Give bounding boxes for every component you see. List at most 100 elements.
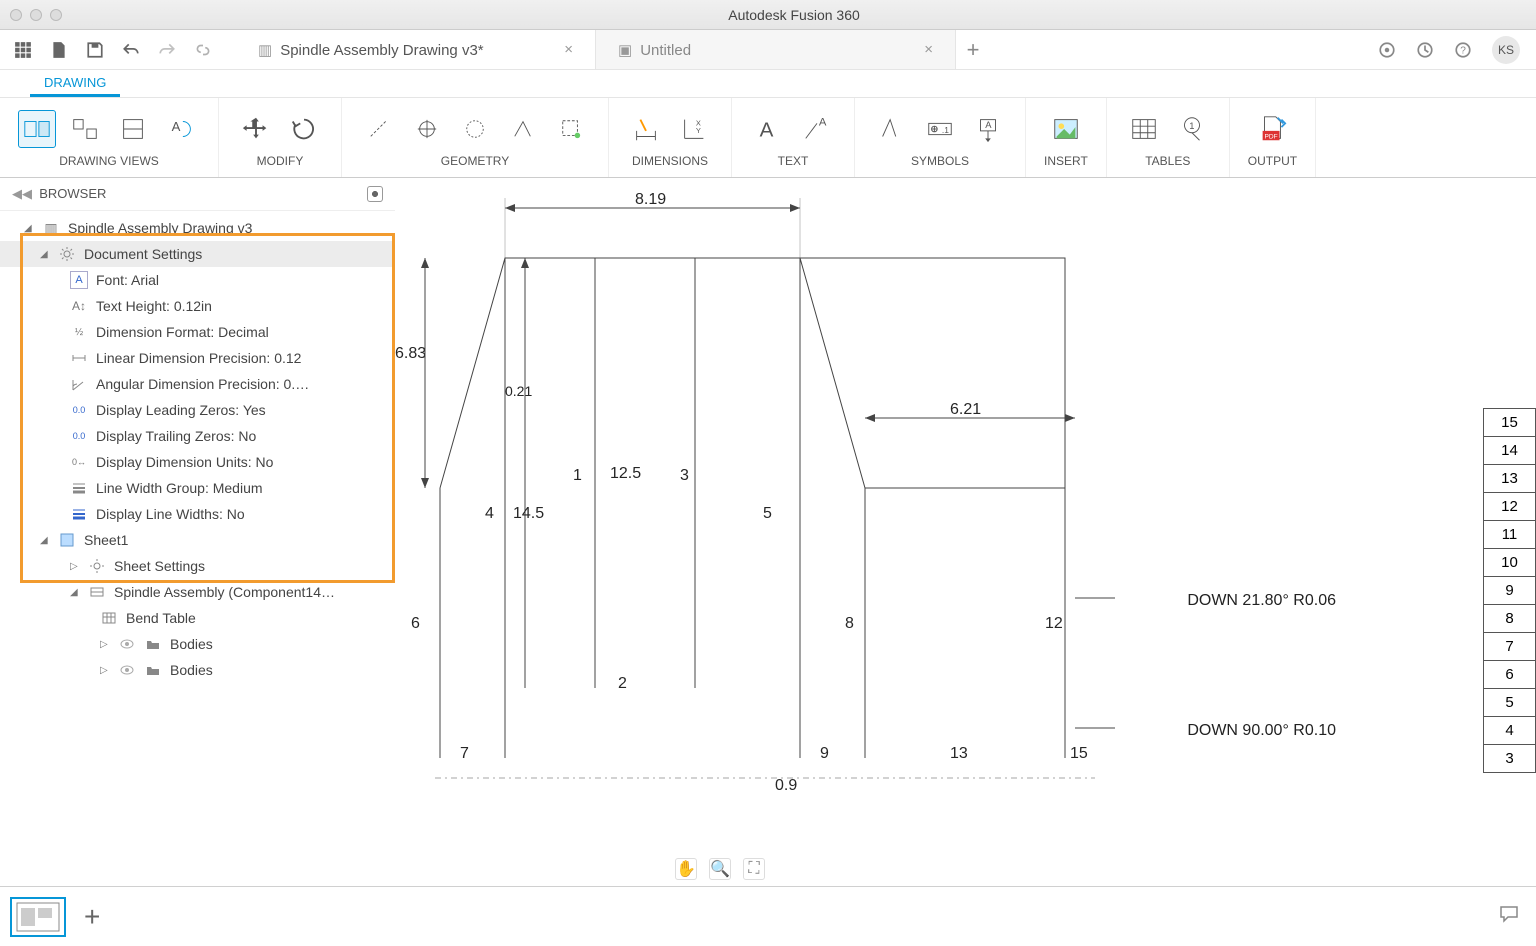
close-window[interactable] bbox=[10, 9, 22, 21]
setting-leading-zeros[interactable]: 0.0Display Leading Zeros: Yes bbox=[0, 397, 395, 423]
image-icon[interactable] bbox=[1047, 110, 1085, 148]
svg-text:6: 6 bbox=[411, 615, 420, 632]
sheet-thumbnail[interactable] bbox=[10, 897, 66, 937]
collapse-browser-icon[interactable]: ◀◀ bbox=[12, 186, 32, 201]
tree-bodies-2[interactable]: ▷Bodies bbox=[0, 657, 395, 683]
tree-doc-settings[interactable]: ◢Document Settings bbox=[0, 241, 395, 267]
grid-icon[interactable] bbox=[14, 41, 32, 59]
component-icon bbox=[88, 583, 106, 601]
undo-icon[interactable] bbox=[122, 41, 140, 59]
section-view-icon[interactable] bbox=[114, 110, 152, 148]
angle-icon bbox=[70, 375, 88, 393]
text-height-icon: A↕ bbox=[70, 297, 88, 315]
browser-title: BROWSER bbox=[39, 186, 106, 201]
setting-display-line-widths[interactable]: Display Line Widths: No bbox=[0, 501, 395, 527]
balloon-icon[interactable]: 1 bbox=[1173, 110, 1211, 148]
drawing-canvas[interactable]: 8.19 6.83 0.21 12.5 14.5 1 3 4 5 2 6 bbox=[395, 178, 1536, 886]
pdf-icon[interactable]: PDF bbox=[1253, 110, 1291, 148]
gear-icon bbox=[58, 245, 76, 263]
edge-extension-icon[interactable] bbox=[504, 110, 542, 148]
pan-icon[interactable]: ✋ bbox=[675, 858, 697, 880]
leader-icon[interactable]: A bbox=[798, 110, 836, 148]
window-controls[interactable] bbox=[10, 9, 62, 21]
tree-sheet-settings[interactable]: ▷Sheet Settings bbox=[0, 553, 395, 579]
add-tab-button[interactable]: + bbox=[956, 30, 990, 69]
ribbon-label[interactable]: MODIFY bbox=[257, 154, 304, 168]
tree-bend-table[interactable]: Bend Table bbox=[0, 605, 395, 631]
ribbon-label[interactable]: TABLES bbox=[1145, 154, 1190, 168]
zoom-icon[interactable]: 🔍 bbox=[709, 858, 731, 880]
setting-dim-format[interactable]: ½Dimension Format: Decimal bbox=[0, 319, 395, 345]
text-icon[interactable]: A bbox=[750, 110, 788, 148]
user-avatar[interactable]: KS bbox=[1492, 36, 1520, 64]
setting-dim-units[interactable]: 0↔Display Dimension Units: No bbox=[0, 449, 395, 475]
setting-trailing-zeros[interactable]: 0.0Display Trailing Zeros: No bbox=[0, 423, 395, 449]
tree-bodies-1[interactable]: ▷Bodies bbox=[0, 631, 395, 657]
sketch-icon[interactable] bbox=[552, 110, 590, 148]
folder-icon bbox=[144, 635, 162, 653]
setting-angular-precision[interactable]: Angular Dimension Precision: 0.… bbox=[0, 371, 395, 397]
ribbon-label[interactable]: GEOMETRY bbox=[441, 154, 509, 168]
view-tools: ✋ 🔍 ⛶ bbox=[675, 858, 765, 880]
tree-component[interactable]: ◢Spindle Assembly (Component14… bbox=[0, 579, 395, 605]
workspace-tab-drawing[interactable]: DRAWING bbox=[30, 71, 120, 97]
tab-label: Untitled bbox=[640, 42, 691, 59]
maximize-window[interactable] bbox=[50, 9, 62, 21]
close-tab-icon[interactable]: × bbox=[924, 41, 933, 58]
ribbon-label[interactable]: OUTPUT bbox=[1248, 154, 1297, 168]
rotate-icon[interactable] bbox=[285, 110, 323, 148]
svg-text:12: 12 bbox=[1045, 615, 1063, 632]
zoom-window-icon[interactable]: ⛶ bbox=[743, 858, 765, 880]
tree-root[interactable]: ◢▥Spindle Assembly Drawing v3 bbox=[0, 215, 395, 241]
setting-linear-precision[interactable]: Linear Dimension Precision: 0.12 bbox=[0, 345, 395, 371]
tab-label: Spindle Assembly Drawing v3* bbox=[280, 42, 483, 59]
app-title: Autodesk Fusion 360 bbox=[62, 7, 1526, 23]
comments-icon[interactable] bbox=[1498, 903, 1520, 930]
surface-texture-icon[interactable] bbox=[873, 110, 911, 148]
svg-text:12.5: 12.5 bbox=[610, 465, 641, 482]
projected-view-icon[interactable] bbox=[66, 110, 104, 148]
add-sheet-button[interactable]: + bbox=[84, 901, 100, 933]
tree-sheet[interactable]: ◢Sheet1 bbox=[0, 527, 395, 553]
dimension-icon[interactable] bbox=[627, 110, 665, 148]
table-icon[interactable] bbox=[1125, 110, 1163, 148]
centerline-icon[interactable] bbox=[360, 110, 398, 148]
detail-view-icon[interactable]: A bbox=[162, 110, 200, 148]
feature-control-frame-icon[interactable]: .1 bbox=[921, 110, 959, 148]
center-mark-icon[interactable] bbox=[408, 110, 446, 148]
link-icon[interactable] bbox=[194, 41, 212, 59]
setting-line-width[interactable]: Line Width Group: Medium bbox=[0, 475, 395, 501]
document-tab-active[interactable]: ▥Spindle Assembly Drawing v3* × bbox=[236, 30, 596, 69]
document-tab-inactive[interactable]: ▣Untitled × bbox=[596, 30, 956, 69]
close-tab-icon[interactable]: × bbox=[564, 41, 573, 58]
ribbon-label[interactable]: INSERT bbox=[1044, 154, 1088, 168]
ribbon-group-tables: 1 TABLES bbox=[1107, 98, 1230, 177]
ribbon-label[interactable]: DRAWING VIEWS bbox=[59, 154, 159, 168]
center-mark-pattern-icon[interactable] bbox=[456, 110, 494, 148]
setting-font[interactable]: AFont: Arial bbox=[0, 267, 395, 293]
svg-text:1: 1 bbox=[573, 467, 582, 484]
file-icon[interactable] bbox=[50, 41, 68, 59]
jobs-icon[interactable] bbox=[1416, 41, 1434, 59]
pin-icon[interactable] bbox=[367, 186, 383, 202]
svg-text:15: 15 bbox=[1070, 745, 1088, 762]
svg-text:6.83: 6.83 bbox=[395, 345, 426, 362]
move-icon[interactable] bbox=[237, 110, 275, 148]
ribbon-label[interactable]: SYMBOLS bbox=[911, 154, 969, 168]
setting-text-height[interactable]: A↕Text Height: 0.12in bbox=[0, 293, 395, 319]
eye-icon[interactable] bbox=[118, 635, 136, 653]
eye-icon[interactable] bbox=[118, 661, 136, 679]
datum-icon[interactable]: A bbox=[969, 110, 1007, 148]
minimize-window[interactable] bbox=[30, 9, 42, 21]
redo-icon[interactable] bbox=[158, 41, 176, 59]
ribbon-label[interactable]: DIMENSIONS bbox=[632, 154, 708, 168]
ribbon-group-modify: MODIFY bbox=[219, 98, 342, 177]
table-icon bbox=[100, 609, 118, 627]
svg-text:2: 2 bbox=[618, 675, 627, 692]
help-icon[interactable]: ? bbox=[1454, 41, 1472, 59]
base-view-icon[interactable] bbox=[18, 110, 56, 148]
extensions-icon[interactable] bbox=[1378, 41, 1396, 59]
ordinate-icon[interactable]: XY bbox=[675, 110, 713, 148]
ribbon-label[interactable]: TEXT bbox=[778, 154, 809, 168]
save-icon[interactable] bbox=[86, 41, 104, 59]
